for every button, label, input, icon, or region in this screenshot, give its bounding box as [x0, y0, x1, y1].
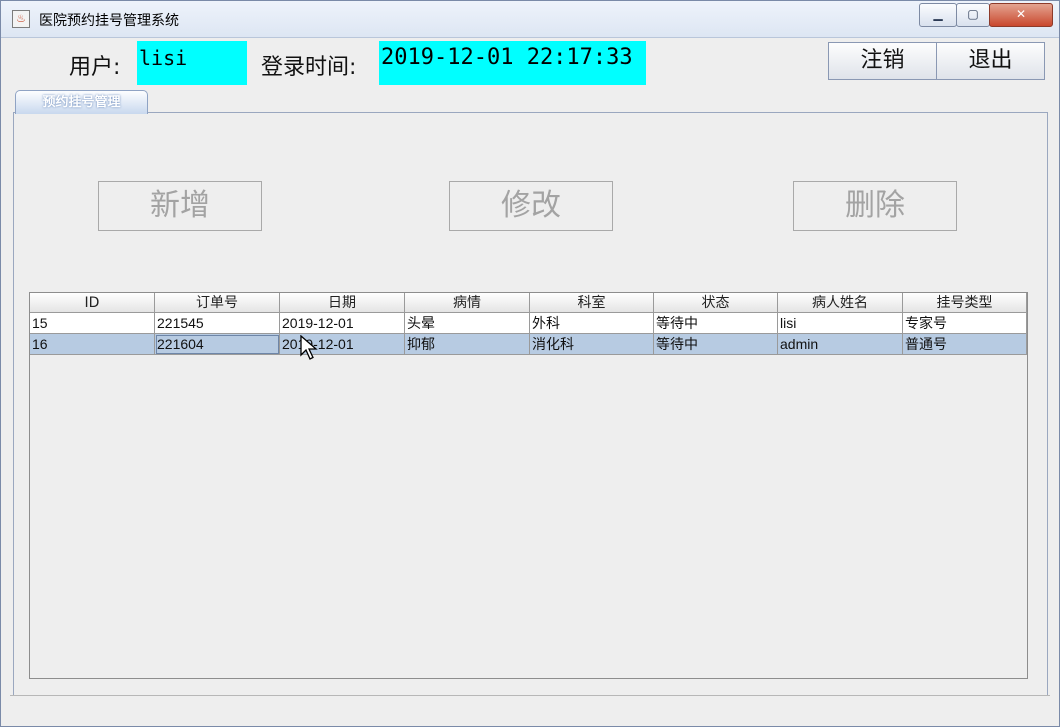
cell-condition: 抑郁	[405, 334, 530, 355]
cell-status: 等待中	[654, 313, 778, 334]
logout-button[interactable]: 注销	[828, 42, 937, 80]
cell-department: 外科	[530, 313, 654, 334]
delete-button[interactable]: 删除	[793, 181, 957, 231]
column-header-patient-name[interactable]: 病人姓名	[778, 293, 903, 313]
application-window: ♨ 医院预约挂号管理系统 ▁ ▢ ✕ 用户: lisi 登录时间: 2019-1…	[0, 0, 1060, 727]
add-button[interactable]: 新增	[98, 181, 262, 231]
tab-panel: 新增 修改 删除 ID 订单号 日期 病情 科室 状态 病人姓名 挂号类型 15…	[13, 112, 1048, 697]
cell-order-no: 221545	[155, 313, 280, 334]
cell-registration-type: 普通号	[903, 334, 1027, 355]
cell-condition: 头晕	[405, 313, 530, 334]
window-title: 医院预约挂号管理系统	[39, 13, 179, 29]
status-bar	[10, 695, 1050, 718]
cell-date: 2019-12-01	[280, 334, 405, 355]
cell-id: 15	[30, 313, 155, 334]
cell-id: 16	[30, 334, 155, 355]
edit-button[interactable]: 修改	[449, 181, 613, 231]
column-header-condition[interactable]: 病情	[405, 293, 530, 313]
user-value: lisi	[137, 41, 247, 85]
close-button[interactable]: ✕	[989, 3, 1053, 27]
column-header-registration-type[interactable]: 挂号类型	[903, 293, 1027, 313]
login-time-value: 2019-12-01 22:17:33	[379, 41, 646, 85]
column-header-status[interactable]: 状态	[654, 293, 778, 313]
cell-department: 消化科	[530, 334, 654, 355]
exit-button[interactable]: 退出	[936, 42, 1045, 80]
user-label: 用户:	[69, 55, 121, 80]
login-time-label: 登录时间:	[261, 55, 357, 80]
cell-order-no: 221604	[155, 334, 280, 355]
table-row-selected[interactable]: 16 221604 2019-12-01 抑郁 消化科 等待中 admin 普通…	[30, 334, 1027, 355]
minimize-button[interactable]: ▁	[919, 3, 957, 27]
maximize-button[interactable]: ▢	[956, 3, 990, 27]
column-header-date[interactable]: 日期	[280, 293, 405, 313]
table-header: ID 订单号 日期 病情 科室 状态 病人姓名 挂号类型	[30, 293, 1027, 313]
tab-appointment-management[interactable]: 预约挂号管理	[15, 90, 148, 114]
main-content: 用户: lisi 登录时间: 2019-12-01 22:17:33 注销 退出…	[10, 38, 1050, 718]
java-cup-icon: ♨	[12, 10, 30, 28]
appointment-table[interactable]: ID 订单号 日期 病情 科室 状态 病人姓名 挂号类型 15 221545 2…	[29, 292, 1028, 679]
column-header-order-no[interactable]: 订单号	[155, 293, 280, 313]
table-row[interactable]: 15 221545 2019-12-01 头晕 外科 等待中 lisi 专家号	[30, 313, 1027, 334]
mouse-cursor-icon	[300, 335, 318, 360]
cell-status: 等待中	[654, 334, 778, 355]
title-bar[interactable]: ♨ 医院预约挂号管理系统 ▁ ▢ ✕	[1, 1, 1059, 38]
cell-date: 2019-12-01	[280, 313, 405, 334]
cell-patient-name: lisi	[778, 313, 903, 334]
cell-registration-type: 专家号	[903, 313, 1027, 334]
column-header-id[interactable]: ID	[30, 293, 155, 313]
cell-patient-name: admin	[778, 334, 903, 355]
column-header-department[interactable]: 科室	[530, 293, 654, 313]
